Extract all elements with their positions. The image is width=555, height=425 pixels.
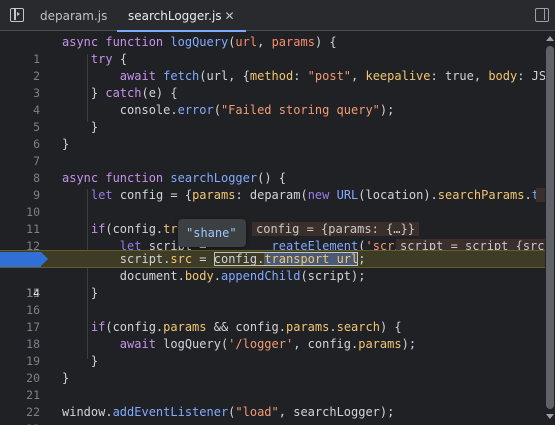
code-line: 17: [0, 302, 545, 334]
code-editor[interactable]: 1 async function logQuery(url, params) {…: [0, 32, 545, 425]
code-line: 10 let config = {params: deparam(new URL…: [0, 187, 545, 219]
debugger-toggle-icon[interactable]: [535, 8, 549, 22]
line-number[interactable]: 23: [0, 421, 40, 425]
execution-line: 14 script.src = config.transport_url;: [0, 250, 545, 300]
tab-bar: deparam.js searchLogger.js ✕: [0, 0, 555, 33]
code-line: 20 }: [0, 353, 545, 385]
tab-deparam[interactable]: deparam.js: [40, 0, 107, 31]
code-line: 7 }: [0, 136, 545, 168]
scroll-up-arrow-icon[interactable]: [546, 36, 554, 41]
breakpoint-marker-icon[interactable]: 14: [0, 251, 48, 300]
code-line: 21 }: [0, 370, 545, 402]
code-line: 3 await fetch(url, {method: "post", keep…: [0, 68, 545, 100]
inline-value-config: config = {params: {…}}: [252, 222, 419, 236]
code-line: 8: [0, 153, 545, 185]
code-line: 1 async function logQuery(url, params) {: [0, 34, 545, 66]
code-line: 6 }: [0, 119, 545, 151]
tab-searchlogger[interactable]: searchLogger.js ✕: [117, 0, 246, 33]
code-line: 5 console.error("Failed storing query");: [0, 102, 545, 134]
tab-label: searchLogger.js: [128, 9, 222, 23]
code-line: 19 await logQuery('/logger', config.para…: [0, 336, 545, 368]
code-line: 4 } catch(e) {: [0, 85, 545, 117]
code-line: 15 document.body.appendChild(script);: [0, 268, 545, 300]
vertical-scrollbar[interactable]: [546, 46, 554, 409]
inline-value-badge: [536, 188, 545, 202]
highlighted-expression[interactable]: config.transport_url: [213, 252, 359, 266]
code-line: 18 if(config.params && config.params.sea…: [0, 319, 545, 351]
code-line: 22: [0, 387, 545, 419]
code-line: 23 window.addEventListener("load", searc…: [0, 404, 545, 425]
value-tooltip: "shane": [178, 219, 246, 247]
code-line: 2 try {: [0, 51, 545, 83]
navigator-toggle-icon[interactable]: [10, 8, 24, 22]
code-line: 9 async function searchLogger() {: [0, 170, 545, 202]
code-line: 12 if(config.transp config = {params: {……: [0, 221, 545, 253]
code-line: 16 }: [0, 285, 545, 317]
code-line: 11: [0, 204, 545, 236]
scroll-down-arrow-icon[interactable]: [546, 414, 554, 419]
close-icon[interactable]: ✕: [225, 0, 235, 33]
